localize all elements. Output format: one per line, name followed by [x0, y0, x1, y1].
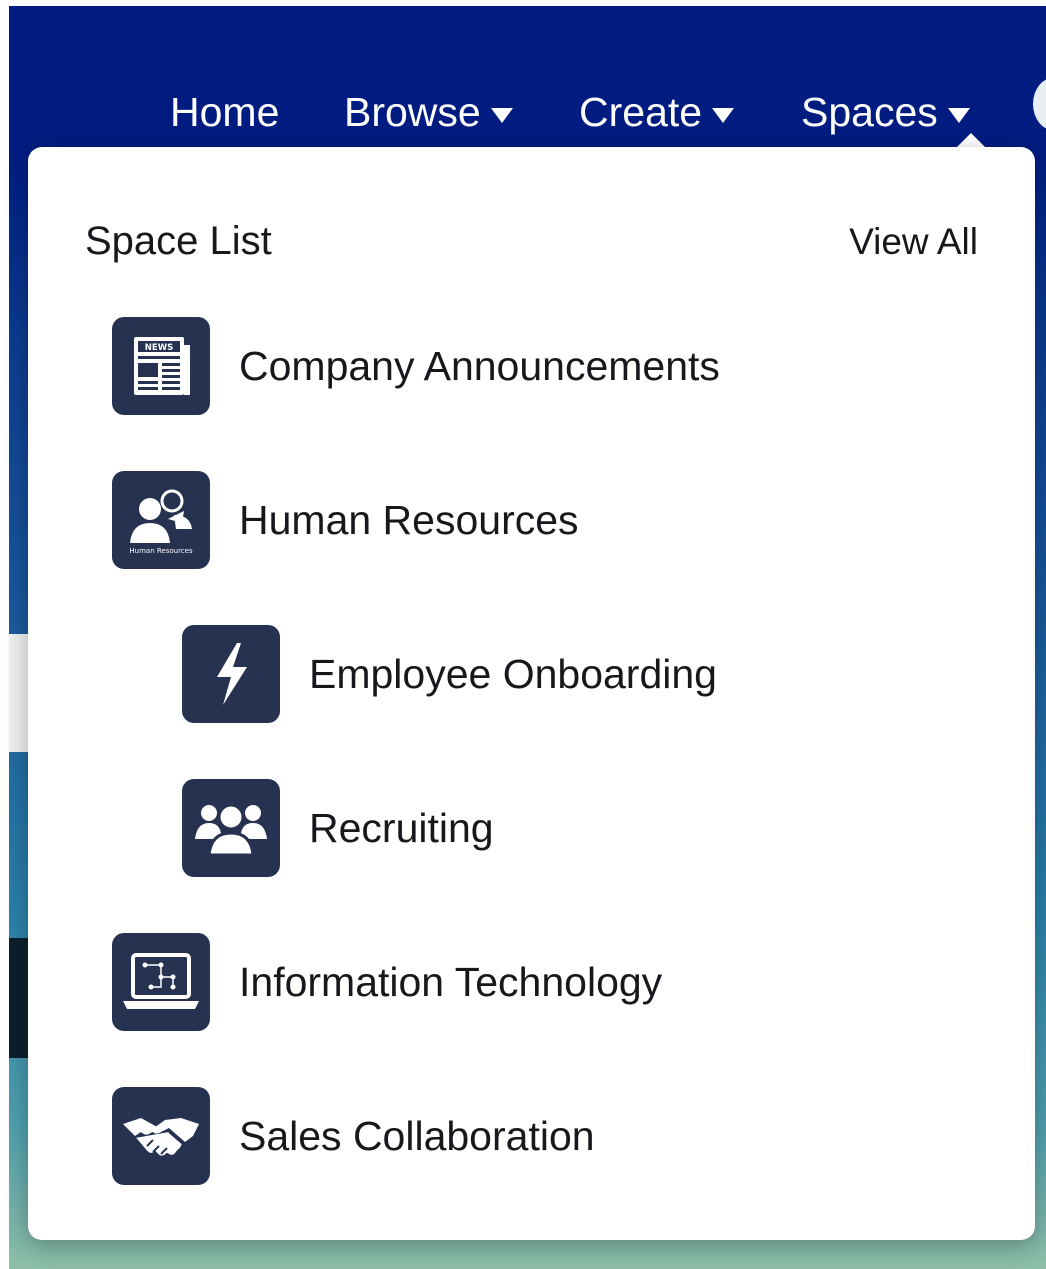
space-item-employee-onboarding[interactable]: Employee Onboarding	[182, 625, 717, 723]
dropdown-pointer	[956, 133, 986, 148]
nav-item-label: Home	[170, 89, 280, 135]
laptop-diagram-icon	[112, 933, 210, 1031]
nav-item-label: Spaces	[801, 89, 938, 135]
space-item-recruiting[interactable]: Recruiting	[182, 779, 494, 877]
handshake-icon	[112, 1087, 210, 1185]
nav-item-home[interactable]: Home	[170, 88, 279, 136]
human-resources-icon-label: Human Resources	[129, 547, 193, 555]
space-item-company-announcements[interactable]: NEWS Company Announcements	[112, 317, 720, 415]
caret-down-icon	[947, 107, 970, 123]
newspaper-icon: NEWS	[112, 317, 210, 415]
space-item-label: Information Technology	[239, 959, 663, 1005]
dropdown-title: Space List	[85, 219, 272, 263]
space-item-sales-collaboration[interactable]: Sales Collaboration	[112, 1087, 595, 1185]
nav-item-spaces[interactable]: Spaces	[801, 88, 970, 136]
space-item-human-resources[interactable]: Human Resources Human Resources	[112, 471, 579, 569]
space-item-information-technology[interactable]: Information Technology	[112, 933, 662, 1031]
space-item-label: Company Announcements	[239, 343, 720, 389]
nav-item-label: Create	[579, 89, 703, 135]
lightning-bolt-icon	[182, 625, 280, 723]
dropdown-header: Space List View All	[85, 217, 978, 267]
nav-item-label: Browse	[344, 89, 481, 135]
space-item-label: Recruiting	[309, 805, 494, 851]
spaces-dropdown-panel: Space List View All NEWS Company Announc…	[28, 147, 1035, 1240]
caret-down-icon	[490, 107, 513, 123]
view-all-link[interactable]: View All	[849, 219, 978, 265]
newspaper-icon-label: NEWS	[145, 343, 173, 353]
group-icon	[182, 779, 280, 877]
space-item-label: Employee Onboarding	[309, 651, 717, 697]
nav-item-browse[interactable]: Browse	[344, 88, 513, 136]
human-resources-icon: Human Resources	[112, 471, 210, 569]
nav-item-create[interactable]: Create	[579, 88, 735, 136]
space-item-label: Sales Collaboration	[239, 1113, 595, 1159]
user-avatar[interactable]	[1033, 78, 1046, 130]
top-navigation-bar: Home Browse Create Spaces	[9, 6, 1046, 154]
space-item-label: Human Resources	[239, 497, 579, 543]
caret-down-icon	[712, 107, 735, 123]
